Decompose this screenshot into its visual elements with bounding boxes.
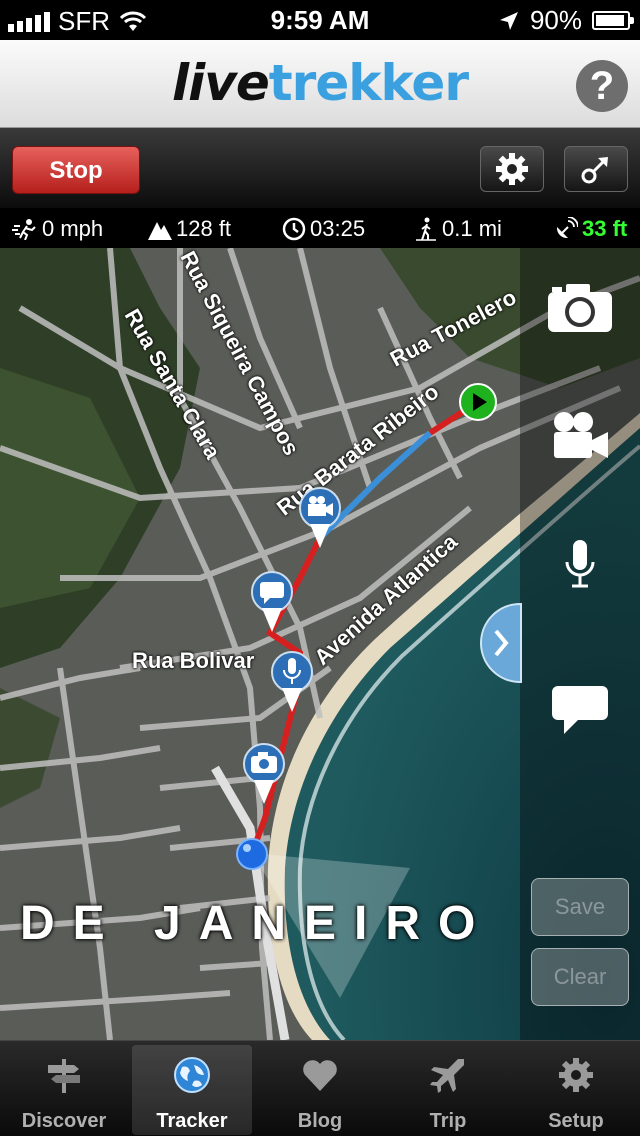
- street-label: Rua Bolivar: [132, 648, 255, 673]
- battery-percent: 90%: [529, 5, 582, 35]
- video-camera-icon: [554, 412, 608, 458]
- walker-icon: [416, 217, 436, 241]
- speech-bubble-icon: [552, 686, 608, 734]
- audio-pin-icon[interactable]: [268, 650, 316, 716]
- status-bar: SFR 9:59 AM 90%: [0, 0, 640, 40]
- photo-pin-icon[interactable]: [240, 742, 288, 808]
- start-marker-icon[interactable]: [458, 382, 498, 422]
- tab-setup[interactable]: Setup: [516, 1045, 636, 1135]
- gps-accuracy-stat: 33 ft: [554, 216, 627, 242]
- app-logo: livetrekker: [172, 54, 469, 112]
- speed-stat: 0 mph: [12, 216, 103, 242]
- route-arrow-icon: [581, 157, 608, 184]
- microphone-icon: [565, 540, 595, 588]
- tab-discover[interactable]: Discover: [4, 1045, 124, 1135]
- share-route-button[interactable]: [564, 146, 628, 192]
- help-button[interactable]: ?: [576, 60, 628, 112]
- distance-stat: 0.1 mi: [414, 216, 502, 242]
- altitude-stat: 128 ft: [148, 216, 231, 242]
- city-label: DE JANEIRO: [20, 897, 494, 950]
- globe-icon: [174, 1057, 210, 1093]
- gear-icon: [496, 153, 528, 185]
- location-arrow-icon: [499, 11, 518, 30]
- satellite-dish-icon: [556, 217, 578, 239]
- tab-trip[interactable]: Trip: [388, 1045, 508, 1135]
- runner-icon: [12, 219, 36, 240]
- battery-icon: [592, 11, 634, 30]
- plane-icon: [430, 1059, 464, 1093]
- duration-stat: 03:25: [282, 216, 365, 242]
- save-button[interactable]: Save: [531, 878, 629, 936]
- tracker-toolbar: Stop: [0, 128, 640, 208]
- camera-icon: [548, 284, 612, 332]
- chevron-right-icon: [494, 629, 509, 657]
- tab-tracker[interactable]: Tracker: [132, 1045, 252, 1135]
- settings-button[interactable]: [480, 146, 544, 192]
- comment-pin-icon[interactable]: [248, 570, 296, 636]
- mountain-icon: [148, 222, 172, 240]
- video-pin-icon[interactable]: [296, 486, 344, 552]
- tab-blog[interactable]: Blog: [260, 1045, 380, 1135]
- heart-icon: [303, 1060, 337, 1091]
- current-location-icon: [236, 838, 268, 870]
- add-comment-button[interactable]: [520, 684, 640, 736]
- record-video-button[interactable]: [520, 410, 640, 462]
- stats-bar: 0 mph 128 ft 03:25 0.1 mi 33 ft: [0, 208, 640, 248]
- clock-icon: [282, 217, 306, 241]
- gear-icon: [559, 1058, 593, 1092]
- take-photo-button[interactable]: [520, 282, 640, 334]
- signpost-icon: [48, 1059, 80, 1093]
- app-header: livetrekker ?: [0, 40, 640, 128]
- stop-button[interactable]: Stop: [12, 146, 140, 194]
- record-audio-button[interactable]: [520, 540, 640, 590]
- clear-button[interactable]: Clear: [531, 948, 629, 1006]
- tab-bar: Discover Tracker Blog Trip Setup: [0, 1040, 640, 1136]
